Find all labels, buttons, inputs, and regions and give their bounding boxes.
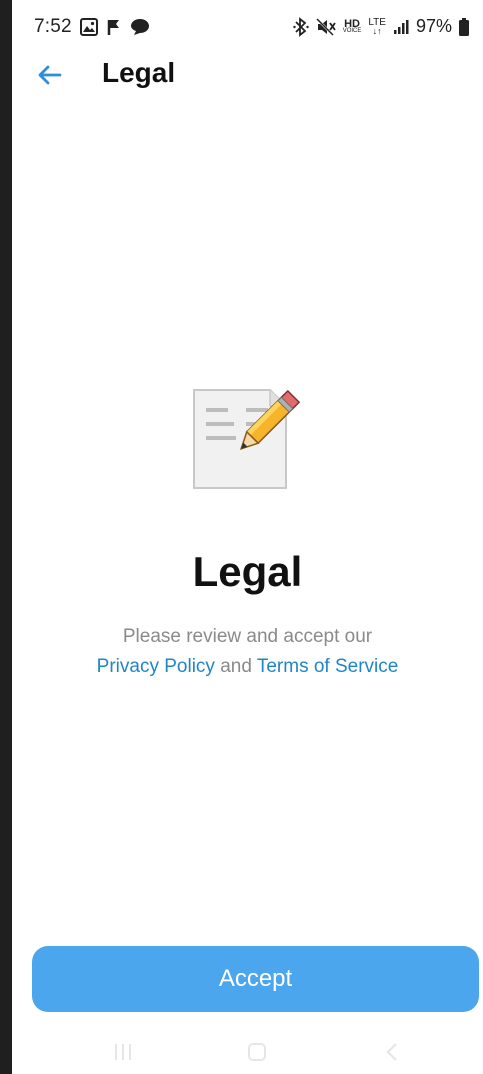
and-text: and	[214, 656, 257, 677]
top-app-bar: Legal	[12, 56, 483, 96]
legal-links-line: Privacy Policy and Terms of Service	[12, 652, 483, 682]
mute-icon	[315, 17, 336, 37]
recent-apps-icon	[115, 1044, 131, 1060]
status-right-group: HD VOICE LTE ↓↑ 97%	[292, 16, 469, 37]
hd-sub-label: VOICE	[342, 27, 362, 34]
system-navigation-bar	[12, 1030, 483, 1074]
signal-icon	[393, 17, 409, 37]
app-screen: 7:52 HD VOICE LTE ↓↑ 97% Legal Legal Ple…	[12, 0, 483, 1074]
terms-of-service-link[interactable]: Terms of Service	[257, 656, 398, 677]
hd-voice-indicator: HD VOICE	[342, 17, 362, 34]
battery-icon	[459, 17, 469, 37]
back-arrow-icon	[38, 65, 62, 85]
accept-button[interactable]: Accept	[32, 946, 479, 1012]
chat-bubble-icon	[130, 17, 150, 37]
legal-heading: Legal	[192, 548, 303, 595]
gallery-icon	[79, 17, 98, 37]
bluetooth-icon	[292, 16, 309, 37]
legal-description: Please review and accept our Privacy Pol…	[12, 622, 483, 682]
home-button[interactable]	[242, 1038, 272, 1066]
home-icon	[248, 1043, 266, 1061]
recent-apps-button[interactable]	[108, 1038, 138, 1066]
back-arrow-button[interactable]	[34, 60, 64, 90]
status-bar: 7:52 HD VOICE LTE ↓↑ 97%	[12, 0, 483, 56]
notification-flag-icon	[106, 17, 122, 37]
chevron-left-icon	[386, 1043, 397, 1061]
lte-indicator: LTE ↓↑	[368, 17, 386, 36]
status-time: 7:52	[34, 16, 72, 37]
battery-percent: 97%	[415, 16, 452, 36]
privacy-policy-link[interactable]: Privacy Policy	[97, 656, 215, 677]
status-left-group: 7:52	[34, 16, 150, 38]
back-nav-button[interactable]	[378, 1038, 408, 1066]
data-arrows-icon: ↓↑	[372, 25, 382, 36]
page-title: Legal	[102, 57, 176, 88]
legal-intro-line: Please review and accept our	[122, 626, 373, 647]
document-pencil-icon	[190, 378, 312, 492]
hd-label: HD	[344, 17, 360, 30]
